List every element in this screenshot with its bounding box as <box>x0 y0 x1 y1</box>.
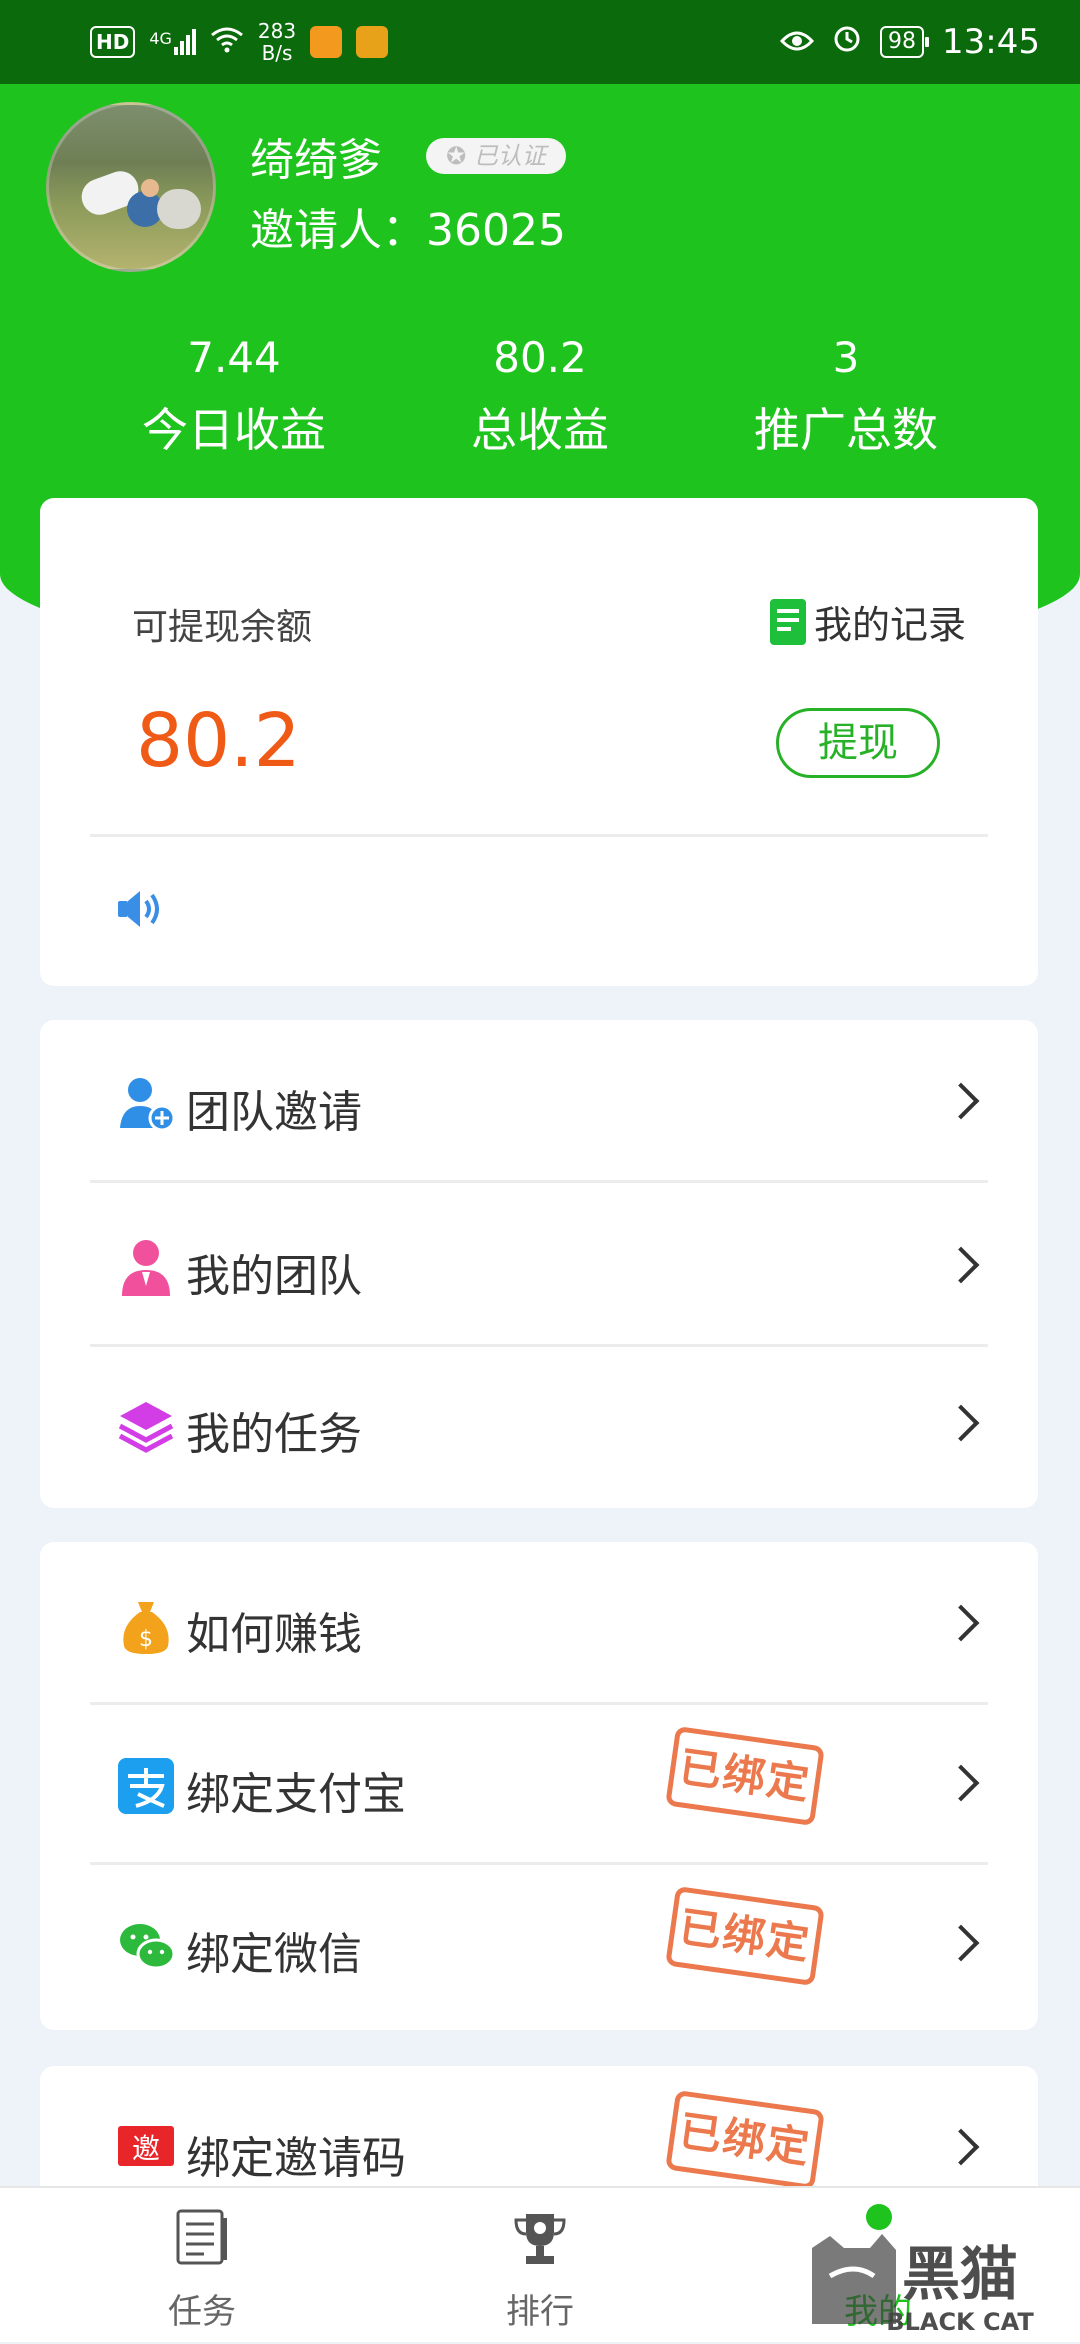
bound-stamp: 已绑定 <box>665 1725 825 1827</box>
nav-tasks[interactable]: 任务 <box>52 2188 352 2342</box>
wifi-icon <box>210 25 244 59</box>
menu-item-label: 绑定支付宝 <box>186 1769 406 1820</box>
bound-stamp: 已绑定 <box>665 2089 825 2191</box>
stat-label: 今日收益 <box>142 403 326 457</box>
hd-badge: HD <box>90 26 136 58</box>
balance-value: 80.2 <box>136 698 301 784</box>
menu-item-label: 如何赚钱 <box>186 1609 362 1660</box>
verified-badge-label: 已认证 <box>473 142 546 170</box>
alarm-icon <box>832 22 862 62</box>
stat-today-earnings: 7.44 今日收益 <box>84 330 384 462</box>
my-records-link[interactable]: 我的记录 <box>769 594 966 649</box>
status-left: HD 4G 283 B/s <box>90 20 389 64</box>
chevron-right-icon <box>942 1404 980 1442</box>
wechat-icon <box>116 1916 176 1976</box>
alipay-icon <box>116 1756 176 1816</box>
team-member-icon <box>116 1238 176 1298</box>
balance-card: 可提现余额 我的记录 80.2 提现 <box>40 498 1038 986</box>
money-bag-icon: $ <box>116 1596 176 1656</box>
user-name: 绮绮爹 <box>250 135 382 186</box>
withdraw-button[interactable]: 提现 <box>776 708 940 778</box>
eye-icon <box>779 22 815 62</box>
stat-total-earnings: 80.2 总收益 <box>390 330 690 462</box>
stat-value: 3 <box>832 333 860 382</box>
watermark-text: 黑猫 <box>902 2240 1018 2308</box>
nav-label: 任务 <box>168 2292 236 2332</box>
trophy-icon <box>512 2210 568 2272</box>
clock: 13:45 <box>942 22 1040 62</box>
record-list-icon <box>769 598 806 645</box>
divider <box>90 834 988 837</box>
bound-stamp: 已绑定 <box>665 1885 825 1987</box>
chevron-right-icon <box>942 1604 980 1642</box>
menu-card-team: 团队邀请 我的团队 我的任务 <box>40 1020 1038 1508</box>
menu-item-my-tasks[interactable]: 我的任务 <box>40 1342 1038 1498</box>
svg-text:$: $ <box>139 1627 153 1652</box>
inviter-label: 邀请人： <box>250 205 426 256</box>
avatar[interactable] <box>46 102 216 272</box>
menu-item-label: 团队邀请 <box>186 1087 362 1138</box>
inviter-info: 邀请人：36025 <box>250 194 566 258</box>
net-speed-value: 283 <box>257 19 297 43</box>
menu-item-label: 我的任务 <box>186 1409 362 1460</box>
my-records-label: 我的记录 <box>813 603 966 647</box>
balance-label: 可提现余额 <box>132 607 313 648</box>
chevron-right-icon <box>942 1764 980 1802</box>
nav-ranking[interactable]: 排行 <box>390 2188 690 2342</box>
menu-item-bind-wechat[interactable]: 绑定微信 已绑定 <box>40 1862 1038 2018</box>
invite-code-icon: 邀 <box>116 2122 176 2182</box>
stat-label: 总收益 <box>471 403 609 457</box>
chevron-right-icon <box>942 2128 980 2166</box>
stat-value: 80.2 <box>493 333 587 382</box>
menu-item-label: 我的团队 <box>186 1251 362 1302</box>
menu-item-label: 绑定微信 <box>186 1929 362 1980</box>
black-cat-watermark: 黑猫 BLACK CAT <box>810 2228 1080 2340</box>
menu-item-my-team[interactable]: 我的团队 <box>40 1184 1038 1340</box>
nav-label: 排行 <box>506 2292 574 2332</box>
menu-item-label: 绑定邀请码 <box>186 2133 406 2184</box>
speaker-icon <box>116 886 168 936</box>
chevron-right-icon <box>942 1246 980 1284</box>
stat-promotion-count: 3 推广总数 <box>696 330 996 462</box>
ribbon-icon: ✪ <box>446 142 467 170</box>
watermark-subtext: BLACK CAT <box>886 2308 1034 2336</box>
menu-card-binding: $ 如何赚钱 绑定支付宝 已绑定 绑定微信 已绑定 <box>40 1542 1038 2030</box>
stat-label: 推广总数 <box>754 403 938 457</box>
chevron-right-icon <box>942 1924 980 1962</box>
stat-value: 7.44 <box>187 333 281 382</box>
signal-type: 4G <box>149 29 172 48</box>
menu-item-team-invite[interactable]: 团队邀请 <box>40 1020 1038 1176</box>
notification-app-icon <box>310 26 343 58</box>
notification-app-icon-2 <box>356 26 389 58</box>
menu-item-bind-alipay[interactable]: 绑定支付宝 已绑定 <box>40 1702 1038 1858</box>
verified-badge: ✪ 已认证 <box>426 138 566 174</box>
chevron-right-icon <box>942 1082 980 1120</box>
inviter-id: 36025 <box>426 205 566 256</box>
add-user-icon <box>116 1074 176 1134</box>
status-right: 98 13:45 <box>779 18 1040 66</box>
battery-icon: 98 <box>880 26 930 58</box>
signal-icon: 4G <box>149 29 196 55</box>
task-list-icon <box>174 2208 230 2270</box>
net-speed: 283 B/s <box>258 20 296 64</box>
menu-item-how-to-earn[interactable]: $ 如何赚钱 <box>40 1542 1038 1698</box>
divider <box>90 1180 988 1183</box>
net-speed-unit: B/s <box>261 41 293 65</box>
invite-code-icon-text: 邀 <box>132 2132 160 2165</box>
layers-icon <box>116 1396 176 1456</box>
status-bar: HD 4G 283 B/s 98 13:45 <box>0 0 1080 84</box>
